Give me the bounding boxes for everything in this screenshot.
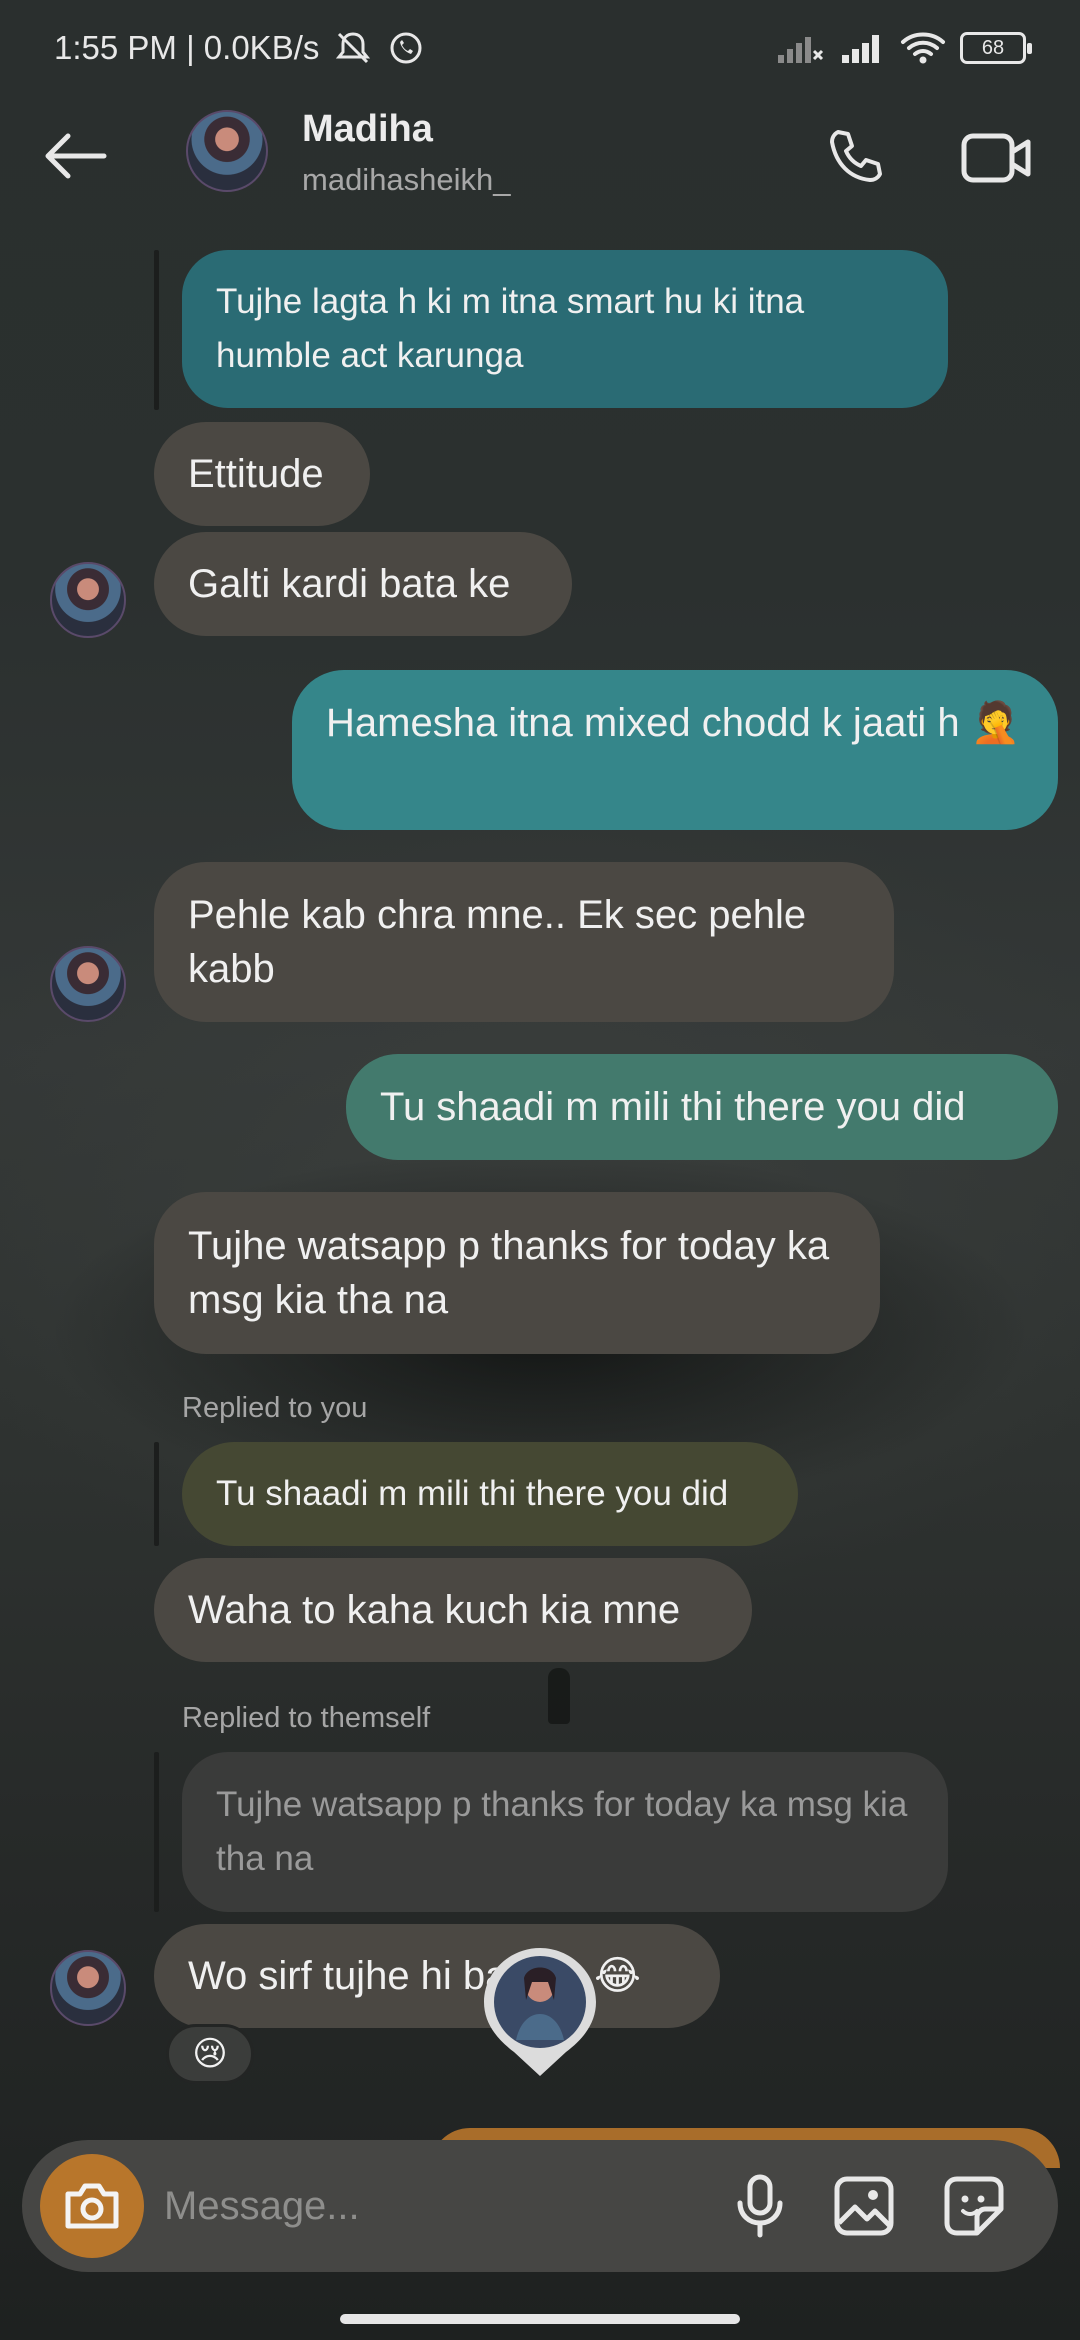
video-camera-icon: [961, 133, 1031, 183]
message-text: Waha to kaha kuch kia mne: [188, 1588, 681, 1632]
quote-bar: [154, 250, 159, 410]
status-bar: 1:55 PM | 0.0KB/s 68: [0, 0, 1080, 96]
quoted-message[interactable]: Tujhe lagta h ki m itna smart hu ki itna…: [182, 250, 948, 408]
message-text: Tujhe watsapp p thanks for today ka msg …: [216, 1785, 908, 1878]
message-bubble-incoming[interactable]: Galti kardi bata ke: [154, 532, 572, 636]
contact-handle[interactable]: madihasheikh_: [302, 162, 511, 198]
contact-name[interactable]: Madiha: [302, 108, 433, 151]
message-bubble-incoming[interactable]: Ettitude: [154, 422, 370, 526]
mute-icon: [336, 32, 371, 64]
message-text: Tujhe lagta h ki m itna smart hu ki itna…: [216, 282, 805, 375]
voice-message-button[interactable]: [722, 2168, 798, 2244]
sender-avatar[interactable]: [50, 562, 126, 638]
back-button[interactable]: [40, 126, 110, 186]
image-icon: [834, 2176, 894, 2236]
wallpaper-figure: [548, 1668, 570, 1724]
quoted-message[interactable]: Tu shaadi m mili thi there you did: [182, 1442, 798, 1546]
whatsapp-icon: [390, 32, 422, 64]
home-indicator[interactable]: [340, 2314, 740, 2324]
message-text: Pehle kab chra mne.. Ek sec pehle kabb: [188, 893, 807, 991]
message-text: Tu shaadi m mili thi there you did: [380, 1085, 966, 1129]
back-arrow-icon: [45, 133, 107, 179]
sticker-icon: [944, 2176, 1004, 2236]
voice-call-button[interactable]: [816, 118, 896, 198]
reaction-emoji: 😢: [192, 2035, 228, 2073]
sender-avatar[interactable]: [50, 946, 126, 1022]
phone-icon: [830, 130, 882, 182]
battery-indicator: 68: [960, 32, 1032, 64]
status-time: 1:55 PM | 0.0KB/s: [54, 29, 320, 66]
message-text: Tu shaadi m mili thi there you did: [216, 1474, 729, 1513]
typing-indicator-avatar: [484, 1948, 596, 2076]
quoted-message[interactable]: Tujhe watsapp p thanks for today ka msg …: [182, 1752, 948, 1912]
message-text: Galti kardi bata ke: [188, 562, 511, 606]
gallery-button[interactable]: [826, 2168, 902, 2244]
message-bubble-outgoing[interactable]: Tu shaadi m mili thi there you did: [346, 1054, 1058, 1160]
header-avatar[interactable]: [186, 110, 268, 192]
microphone-icon: [737, 2174, 783, 2238]
quote-bar: [154, 1442, 159, 1546]
message-bubble-incoming[interactable]: Pehle kab chra mne.. Ek sec pehle kabb: [154, 862, 894, 1022]
chat-header: Madiha madihasheikh_: [0, 96, 1080, 216]
message-composer: [22, 2140, 1058, 2272]
sender-avatar[interactable]: [50, 1950, 126, 2026]
camera-button[interactable]: [40, 2154, 144, 2258]
wifi-icon: [901, 32, 945, 64]
message-text: Ettitude: [188, 452, 324, 496]
message-input[interactable]: [164, 2170, 724, 2242]
sticker-button[interactable]: [936, 2168, 1012, 2244]
reply-caption: Replied to you: [182, 1392, 368, 1424]
message-bubble-outgoing[interactable]: Hamesha itna mixed chodd k jaati h 🤦: [292, 670, 1058, 830]
camera-icon: [65, 2183, 119, 2229]
message-text: Tujhe watsapp p thanks for today ka msg …: [188, 1224, 830, 1322]
message-bubble-incoming[interactable]: Tujhe watsapp p thanks for today ka msg …: [154, 1192, 880, 1354]
signal-2-icon: [842, 35, 879, 63]
video-call-button[interactable]: [952, 118, 1042, 198]
reply-caption: Replied to themself: [182, 1702, 431, 1734]
battery-level: 68: [981, 36, 1005, 59]
message-bubble-incoming[interactable]: Waha to kaha kuch kia mne: [154, 1558, 752, 1662]
message-text: Hamesha itna mixed chodd k jaati h 🤦: [326, 701, 1021, 745]
quote-bar: [154, 1752, 159, 1912]
message-bubble-incoming[interactable]: Wo sirf tujhe hi bataya 😂: [154, 1924, 720, 2028]
message-reaction[interactable]: 😢: [166, 2024, 254, 2084]
signal-1-icon: [778, 37, 824, 63]
